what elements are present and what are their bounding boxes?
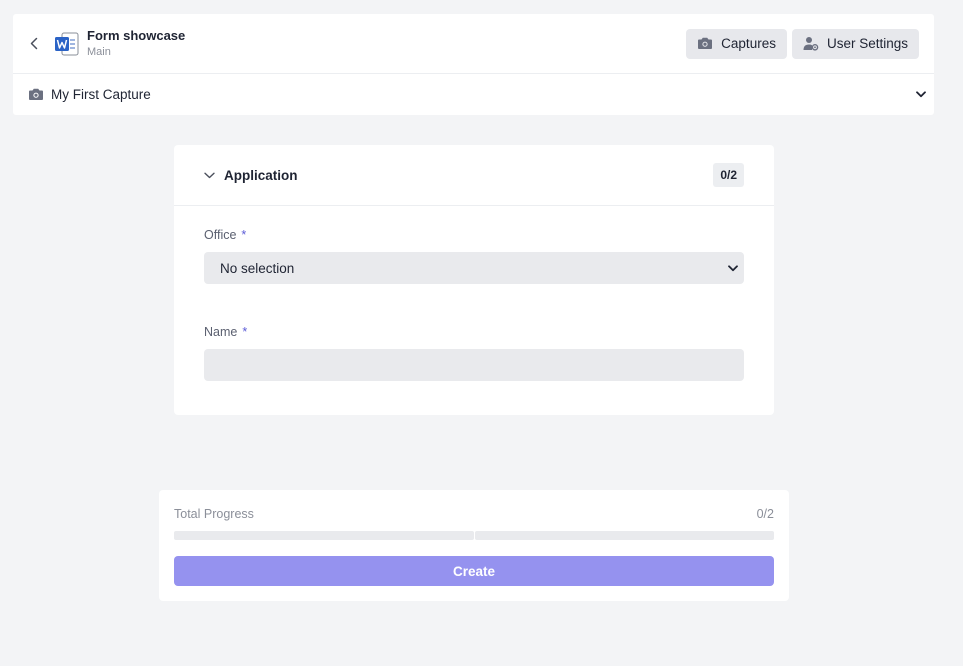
office-select-value: No selection — [220, 260, 295, 276]
name-input[interactable] — [204, 349, 744, 381]
captures-label: Captures — [721, 36, 776, 51]
total-progress-count: 0/2 — [756, 507, 774, 521]
required-marker: * — [242, 325, 248, 339]
user-settings-button[interactable]: User Settings — [791, 28, 919, 59]
capture-name: My First Capture — [51, 86, 151, 102]
captures-button[interactable]: Captures — [686, 28, 787, 59]
chevron-down-icon — [916, 90, 926, 97]
create-button[interactable]: Create — [174, 556, 774, 586]
back-button[interactable] — [27, 34, 41, 54]
user-settings-label: User Settings — [826, 36, 908, 51]
app-header: Form showcase Main Captures User Setting… — [13, 14, 934, 74]
chevron-down-icon — [728, 264, 738, 271]
progress-bar — [174, 531, 774, 540]
camera-icon — [29, 88, 43, 100]
capture-dropdown-toggle[interactable] — [916, 90, 926, 98]
user-settings-icon — [803, 37, 819, 51]
office-label-text: Office — [204, 228, 237, 242]
progress-segment — [474, 531, 774, 540]
chevron-left-icon — [30, 37, 38, 50]
capture-selector[interactable]: My First Capture — [13, 74, 934, 114]
page-title: Form showcase — [87, 27, 186, 43]
name-label: Name * — [204, 324, 744, 340]
title-block: Form showcase Main — [87, 28, 185, 60]
name-field: Name * — [204, 324, 744, 381]
office-field: Office * No selection — [204, 227, 744, 284]
top-bar: Form showcase Main Captures User Setting… — [13, 14, 934, 115]
total-progress-label: Total Progress — [174, 507, 254, 521]
progress-segment — [174, 531, 474, 540]
name-label-text: Name — [204, 325, 238, 339]
office-select[interactable]: No selection — [204, 252, 744, 284]
section-title: Application — [224, 167, 298, 183]
office-label: Office * — [204, 227, 744, 243]
progress-row: Total Progress 0/2 — [174, 507, 774, 521]
page-subtitle: Main — [87, 45, 111, 58]
word-document-icon — [55, 32, 79, 55]
section-count-badge: 0/2 — [713, 163, 744, 187]
progress-footer: Total Progress 0/2 Create — [159, 490, 789, 601]
required-marker: * — [241, 228, 247, 242]
camera-icon — [698, 37, 713, 49]
chevron-down-icon — [204, 172, 215, 178]
section-header[interactable]: Application 0/2 — [174, 145, 774, 206]
application-section: Application 0/2 Office * No selection Na… — [174, 145, 774, 415]
